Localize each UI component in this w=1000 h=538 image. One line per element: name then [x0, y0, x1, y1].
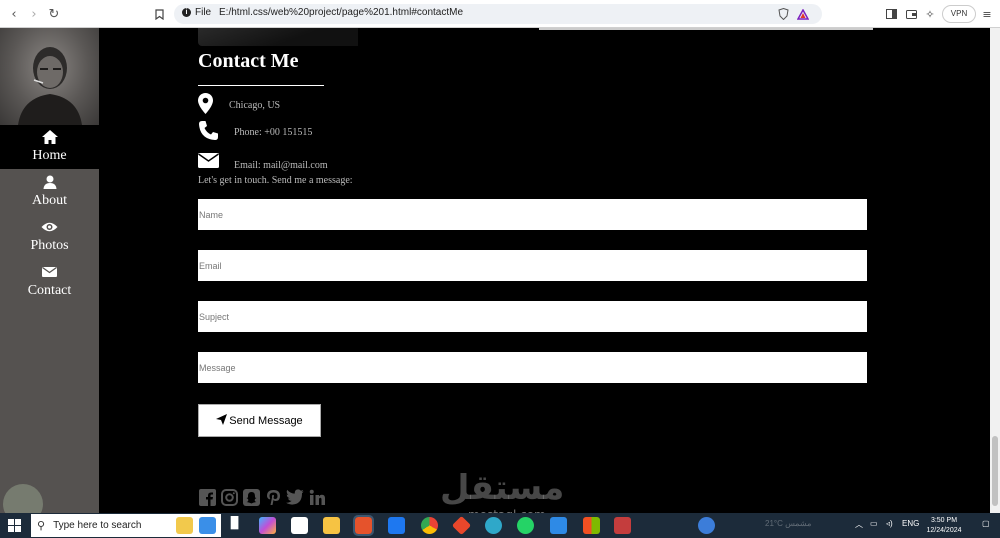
message-placeholder: Message [199, 362, 236, 373]
name-placeholder: Name [199, 209, 224, 220]
envelope-icon [0, 265, 99, 283]
menu-icon[interactable]: ≡ [980, 5, 994, 23]
weather-text[interactable]: 21°C مشمس [765, 519, 811, 528]
twitter-icon[interactable] [286, 488, 304, 506]
reload-icon[interactable]: ↻ [45, 5, 63, 23]
social-links [198, 488, 326, 506]
sidebar-item-home[interactable]: Home [0, 125, 99, 169]
home-icon [0, 130, 99, 148]
clock-date: 12/24/2024 [926, 527, 962, 534]
brave-shield-icon[interactable] [776, 5, 790, 23]
page-title: Contact Me [198, 50, 299, 72]
sidebar-item-label: Contact [27, 283, 72, 298]
sidebar-item-label: Photos [30, 238, 69, 253]
sidebar-item-about[interactable]: About [0, 170, 99, 214]
phone-icon [198, 120, 219, 141]
bookmark-icon[interactable] [150, 5, 168, 23]
subject-field[interactable]: Supject [198, 301, 867, 332]
url-text[interactable]: E:/html.css/web%20project/page%201.html#… [219, 7, 463, 18]
gallery-image-bottom-edge [198, 28, 358, 46]
language-indicator[interactable]: ENG [902, 519, 919, 528]
task-view-icon[interactable]: ▐▌ [226, 517, 243, 534]
help-icon[interactable] [698, 517, 715, 534]
sidebar-item-photos[interactable]: Photos [0, 215, 99, 259]
search-icon: ⚲ [37, 519, 46, 532]
map-marker-icon [198, 93, 213, 114]
main-content: Contact Me Chicago, US Phone: +00 151515… [99, 28, 990, 513]
invite-text: Let's get in touch. Send me a message: [198, 175, 353, 186]
avatar [0, 28, 99, 125]
back-icon[interactable]: ‹ [5, 5, 23, 23]
send-message-button[interactable]: Send Message [198, 404, 321, 437]
windows-start-icon[interactable] [8, 519, 21, 532]
envelope-icon [198, 153, 219, 168]
git-icon[interactable] [451, 515, 472, 536]
url-scheme: i File [182, 7, 211, 18]
browser-toolbar: ‹ › ↻ i File E:/html.css/web%20project/p… [0, 0, 1000, 28]
snapchat-icon[interactable] [242, 488, 260, 506]
system-clock[interactable]: 3:50 PM 12/24/2024 [922, 516, 966, 536]
message-field[interactable]: Message [198, 352, 867, 383]
scrollbar-thumb[interactable] [992, 436, 998, 506]
whatsapp-icon[interactable] [517, 517, 534, 534]
brave-browser-icon[interactable] [353, 515, 374, 536]
email-row: Email: mail@mail.com [198, 150, 328, 171]
email-field[interactable]: Email [198, 250, 867, 281]
url-scheme-label: File [195, 7, 212, 18]
widgets-icon[interactable] [199, 517, 216, 534]
rewards-icon[interactable] [796, 5, 810, 23]
address-bar[interactable]: i File E:/html.css/web%20project/page%20… [174, 4, 822, 24]
eye-icon [0, 220, 99, 238]
edge-icon[interactable] [485, 517, 502, 534]
send-message-label: Send Message [229, 414, 303, 427]
pinterest-icon[interactable] [264, 488, 282, 506]
forward-icon[interactable]: › [25, 5, 43, 23]
linkedin-icon[interactable] [308, 488, 326, 506]
taskbar: ⚲ Type here to search ▐▌ 21°C مشمس ︿ ▭ ◃… [0, 513, 1000, 538]
leo-ai-icon[interactable]: ✧ [923, 5, 937, 23]
name-field[interactable]: Name [198, 199, 867, 230]
location-row: Chicago, US [198, 93, 280, 114]
paper-plane-icon [216, 413, 228, 428]
instagram-icon[interactable] [220, 488, 238, 506]
volume-icon[interactable]: ◃) [886, 519, 893, 528]
title-underline [198, 85, 324, 86]
wallet-icon[interactable] [904, 5, 918, 23]
location-text: Chicago, US [229, 100, 281, 111]
info-icon: i [182, 8, 191, 17]
divider [539, 28, 873, 30]
microsoft-store-icon[interactable] [291, 517, 308, 534]
phone-text: Phone: +00 151515 [234, 127, 313, 138]
user-icon [0, 175, 99, 193]
email-placeholder: Email [199, 260, 222, 271]
watermark-text: مستقل [440, 468, 565, 508]
network-icon[interactable]: ▭ [870, 519, 878, 528]
email-text: Email: mail@mail.com [234, 160, 328, 171]
taskbar-search-placeholder: Type here to search [53, 520, 142, 531]
dropbox-icon[interactable] [388, 517, 405, 534]
facebook-icon[interactable] [198, 488, 216, 506]
page-scrollbar[interactable] [990, 28, 1000, 513]
subject-placeholder: Supject [199, 311, 230, 322]
vpn-button[interactable]: VPN [942, 5, 976, 23]
sidebar: Home About Photos Contact [0, 28, 99, 513]
sidebar-item-label: About [32, 193, 67, 208]
app-icon[interactable] [614, 517, 631, 534]
office-icon[interactable] [583, 517, 600, 534]
sidebar-item-label: Home [32, 148, 67, 163]
file-explorer-icon[interactable] [323, 517, 340, 534]
tray-chevron-icon[interactable]: ︿ [855, 519, 863, 530]
notifications-icon[interactable]: ▢ [982, 519, 990, 528]
phone-row: Phone: +00 151515 [198, 120, 312, 141]
vscode-icon[interactable] [550, 517, 567, 534]
copilot-icon[interactable] [259, 517, 276, 534]
chrome-icon[interactable] [421, 517, 438, 534]
sidebar-item-contact[interactable]: Contact [0, 260, 99, 304]
copilot-pencil-icon[interactable] [176, 517, 193, 534]
clock-time: 3:50 PM [930, 517, 958, 524]
sidebar-toggle-icon[interactable] [884, 5, 898, 23]
